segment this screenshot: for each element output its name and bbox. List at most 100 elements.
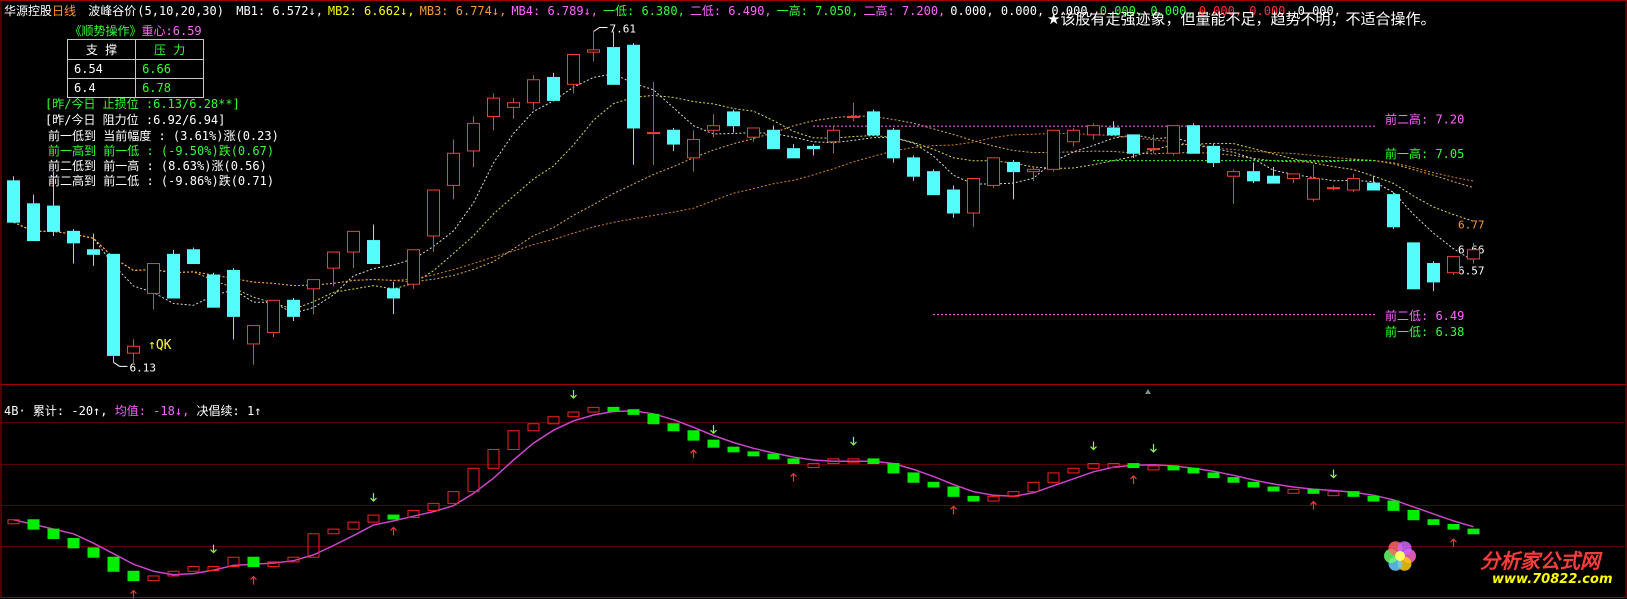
candle[interactable] [587,31,600,62]
indicator-block[interactable] [1127,463,1140,469]
indicator-block[interactable] [87,547,100,558]
indicator-block[interactable] [787,458,800,465]
candle[interactable] [907,155,920,181]
indicator-block[interactable] [247,556,260,568]
candle[interactable] [547,72,560,101]
indicator-block[interactable] [647,413,660,425]
candle[interactable] [827,125,840,154]
indicator-block[interactable] [67,537,80,549]
candle[interactable] [227,268,240,340]
indicator-block[interactable] [907,472,920,483]
candle[interactable] [267,299,280,338]
candle[interactable] [567,53,580,94]
candle[interactable] [7,176,20,223]
candle[interactable] [347,230,360,269]
indicator-block[interactable] [467,467,480,493]
indicator-block[interactable] [1207,472,1220,479]
candle[interactable] [1107,121,1120,136]
indicator-block[interactable] [27,519,40,530]
indicator-block[interactable] [1067,467,1080,474]
candle[interactable] [307,279,320,315]
indicator-block[interactable] [47,528,60,539]
candle[interactable] [607,31,620,85]
indicator-block[interactable] [427,502,440,511]
indicator-block[interactable] [1027,481,1040,493]
candle[interactable] [1067,127,1080,147]
indicator-block[interactable] [747,451,760,457]
candle[interactable] [107,253,120,363]
candle[interactable] [487,93,500,131]
candle[interactable] [1227,169,1240,204]
candle[interactable] [467,116,480,168]
candle[interactable] [287,297,300,321]
candle[interactable] [87,233,100,266]
candle[interactable] [407,249,420,289]
candle[interactable] [1307,164,1320,202]
indicator-block[interactable] [587,406,600,413]
indicator-block[interactable] [887,463,900,474]
candle[interactable] [1367,176,1380,191]
indicator-block[interactable] [1147,465,1160,471]
candle[interactable] [647,82,660,165]
stock-name[interactable]: 华源控股 [4,4,52,18]
candle[interactable] [1247,162,1260,184]
candle[interactable] [1347,173,1360,193]
candle[interactable] [867,109,880,136]
candle[interactable] [327,251,340,287]
candle[interactable] [887,127,900,163]
candle[interactable] [167,249,180,299]
candle[interactable] [727,109,740,133]
candle[interactable] [67,229,80,264]
indicator-block[interactable] [607,406,620,412]
indicator-block[interactable] [927,481,940,488]
indicator-block[interactable] [667,423,680,432]
period-label[interactable]: 日线 [52,4,76,18]
indicator-block[interactable] [567,411,580,418]
indicator-block[interactable] [1327,491,1340,497]
indicator-block[interactable] [127,570,140,582]
indicator-block[interactable] [507,430,520,451]
indicator-series[interactable] [7,406,1480,582]
indicator-name[interactable]: 波峰谷价 [88,4,136,18]
candle[interactable] [147,263,160,310]
candle[interactable] [207,272,220,308]
candle[interactable] [847,102,860,122]
candle[interactable] [387,281,400,315]
candle[interactable] [747,127,760,142]
indicator-block[interactable] [947,486,960,497]
indicator-block[interactable] [687,430,700,441]
indicator-block[interactable] [367,514,380,523]
candle[interactable] [1187,123,1200,154]
indicator-id[interactable]: 4B· [4,404,26,418]
candle[interactable] [1167,125,1180,156]
indicator-block[interactable] [1187,467,1200,474]
indicator-block[interactable] [1287,488,1300,494]
indicator-block[interactable] [867,458,880,465]
indicator-block[interactable] [627,409,640,415]
candle[interactable] [947,185,960,218]
candle[interactable] [1207,144,1220,168]
indicator-block[interactable] [387,514,400,520]
candle[interactable] [1427,261,1440,292]
candle[interactable] [1287,173,1300,184]
indicator-block[interactable] [447,491,460,504]
candle[interactable] [1087,123,1100,140]
candle[interactable] [367,224,380,265]
candle[interactable] [1327,185,1340,191]
candle[interactable] [1127,134,1140,158]
indicator-block[interactable] [987,495,1000,502]
candle[interactable] [1407,242,1420,290]
candle[interactable] [447,139,460,200]
candle[interactable] [187,247,200,265]
indicator-block[interactable] [147,575,160,582]
indicator-block[interactable] [1407,509,1420,521]
indicator-block[interactable] [347,521,360,530]
candle[interactable] [1007,160,1020,200]
indicator-block[interactable] [107,556,120,572]
candle[interactable] [967,178,980,227]
indicator-block[interactable] [1267,486,1280,492]
indicator-block[interactable] [967,495,980,502]
candle[interactable] [247,325,260,365]
indicator-block[interactable] [1227,477,1240,483]
indicator-block[interactable] [1247,481,1260,488]
